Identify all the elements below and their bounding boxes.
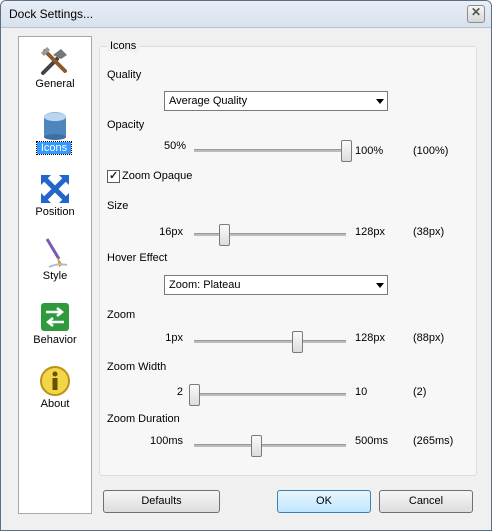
- hover-effect-label: Hover Effect: [107, 252, 168, 264]
- quality-label: Quality: [107, 69, 142, 81]
- size-max-label: 128px: [355, 226, 385, 238]
- zoom-duration-current-value: (265ms): [413, 435, 454, 447]
- hover-effect-dropdown-value: Zoom: Plateau: [169, 279, 241, 291]
- icons-icon: [44, 112, 66, 140]
- zoom-current-value: (88px): [413, 332, 445, 344]
- group-title: Icons: [107, 40, 140, 52]
- quality-dropdown-value: Average Quality: [169, 95, 248, 107]
- checkmark-icon: ✓: [109, 170, 119, 182]
- zoom-opaque-checkbox[interactable]: ✓: [107, 170, 120, 183]
- title-bar: Dock Settings... ✕: [1, 1, 491, 28]
- dock-settings-window: Dock Settings... ✕ General Icons Positio…: [0, 0, 492, 531]
- ok-button[interactable]: OK: [277, 490, 371, 513]
- zoom-duration-max-label: 500ms: [355, 435, 389, 447]
- sidebar-item-label: Style: [42, 270, 68, 282]
- size-current-value: (38px): [413, 226, 445, 238]
- zoom-duration-slider-track[interactable]: [194, 444, 346, 447]
- close-button[interactable]: ✕: [467, 5, 485, 23]
- hover-effect-dropdown[interactable]: Zoom: Plateau: [164, 275, 388, 295]
- sidebar-item-general[interactable]: General: [19, 41, 91, 101]
- opacity-max-label: 100%: [355, 145, 384, 157]
- chevron-down-icon: [376, 99, 384, 104]
- settings-sidebar: General Icons Position Style Behavior Ab…: [18, 36, 92, 514]
- zoom-max-label: 128px: [355, 332, 385, 344]
- sidebar-item-label: Position: [35, 206, 75, 218]
- zoom-duration-slider-thumb[interactable]: [251, 435, 263, 457]
- sidebar-item-label: Behavior: [33, 334, 77, 346]
- info-icon: [40, 366, 70, 396]
- paintbrush-icon: [45, 238, 68, 268]
- sidebar-item-about[interactable]: About: [19, 361, 91, 421]
- behavior-arrows-icon: [41, 303, 69, 331]
- zoom-duration-label: Zoom Duration: [107, 413, 180, 425]
- zoom-width-max-label: 10: [355, 386, 368, 398]
- size-min-label: 16px: [159, 226, 183, 238]
- close-icon: ✕: [470, 5, 482, 19]
- window-title: Dock Settings...: [9, 7, 94, 21]
- chevron-down-icon: [376, 283, 384, 288]
- zoom-width-label: Zoom Width: [107, 361, 167, 373]
- sidebar-item-style[interactable]: Style: [19, 233, 91, 293]
- sidebar-item-behavior[interactable]: Behavior: [19, 297, 91, 357]
- size-slider-thumb[interactable]: [219, 224, 231, 246]
- quality-dropdown[interactable]: Average Quality: [164, 91, 388, 111]
- zoom-slider-track[interactable]: [194, 340, 346, 343]
- position-arrows-icon: [41, 175, 69, 203]
- opacity-slider-thumb[interactable]: [341, 140, 352, 162]
- zoom-slider-thumb[interactable]: [292, 331, 304, 353]
- sidebar-item-label: General: [35, 78, 75, 90]
- sidebar-item-label: About: [40, 398, 70, 410]
- zoom-duration-min-label: 100ms: [149, 435, 183, 447]
- zoom-width-current-value: (2): [413, 386, 427, 398]
- sidebar-item-label: Icons: [36, 141, 72, 155]
- cancel-button[interactable]: Cancel: [379, 490, 473, 513]
- size-label: Size: [107, 200, 129, 212]
- opacity-slider-track[interactable]: [194, 149, 346, 152]
- opacity-min-label: 50%: [163, 140, 186, 152]
- defaults-button[interactable]: Defaults: [103, 490, 220, 513]
- zoom-opaque-label: Zoom Opaque: [122, 170, 193, 182]
- zoom-width-min-label: 2: [176, 386, 183, 398]
- zoom-label: Zoom: [107, 309, 136, 321]
- zoom-width-slider-track[interactable]: [194, 393, 346, 396]
- zoom-width-slider-thumb[interactable]: [189, 384, 200, 406]
- sidebar-item-icons[interactable]: Icons: [19, 105, 91, 165]
- opacity-label: Opacity: [107, 119, 145, 131]
- zoom-min-label: 1px: [165, 332, 183, 344]
- opacity-current-value: (100%): [413, 145, 449, 157]
- sidebar-item-position[interactable]: Position: [19, 169, 91, 229]
- tools-icon: [41, 47, 67, 75]
- size-slider-track[interactable]: [194, 233, 346, 236]
